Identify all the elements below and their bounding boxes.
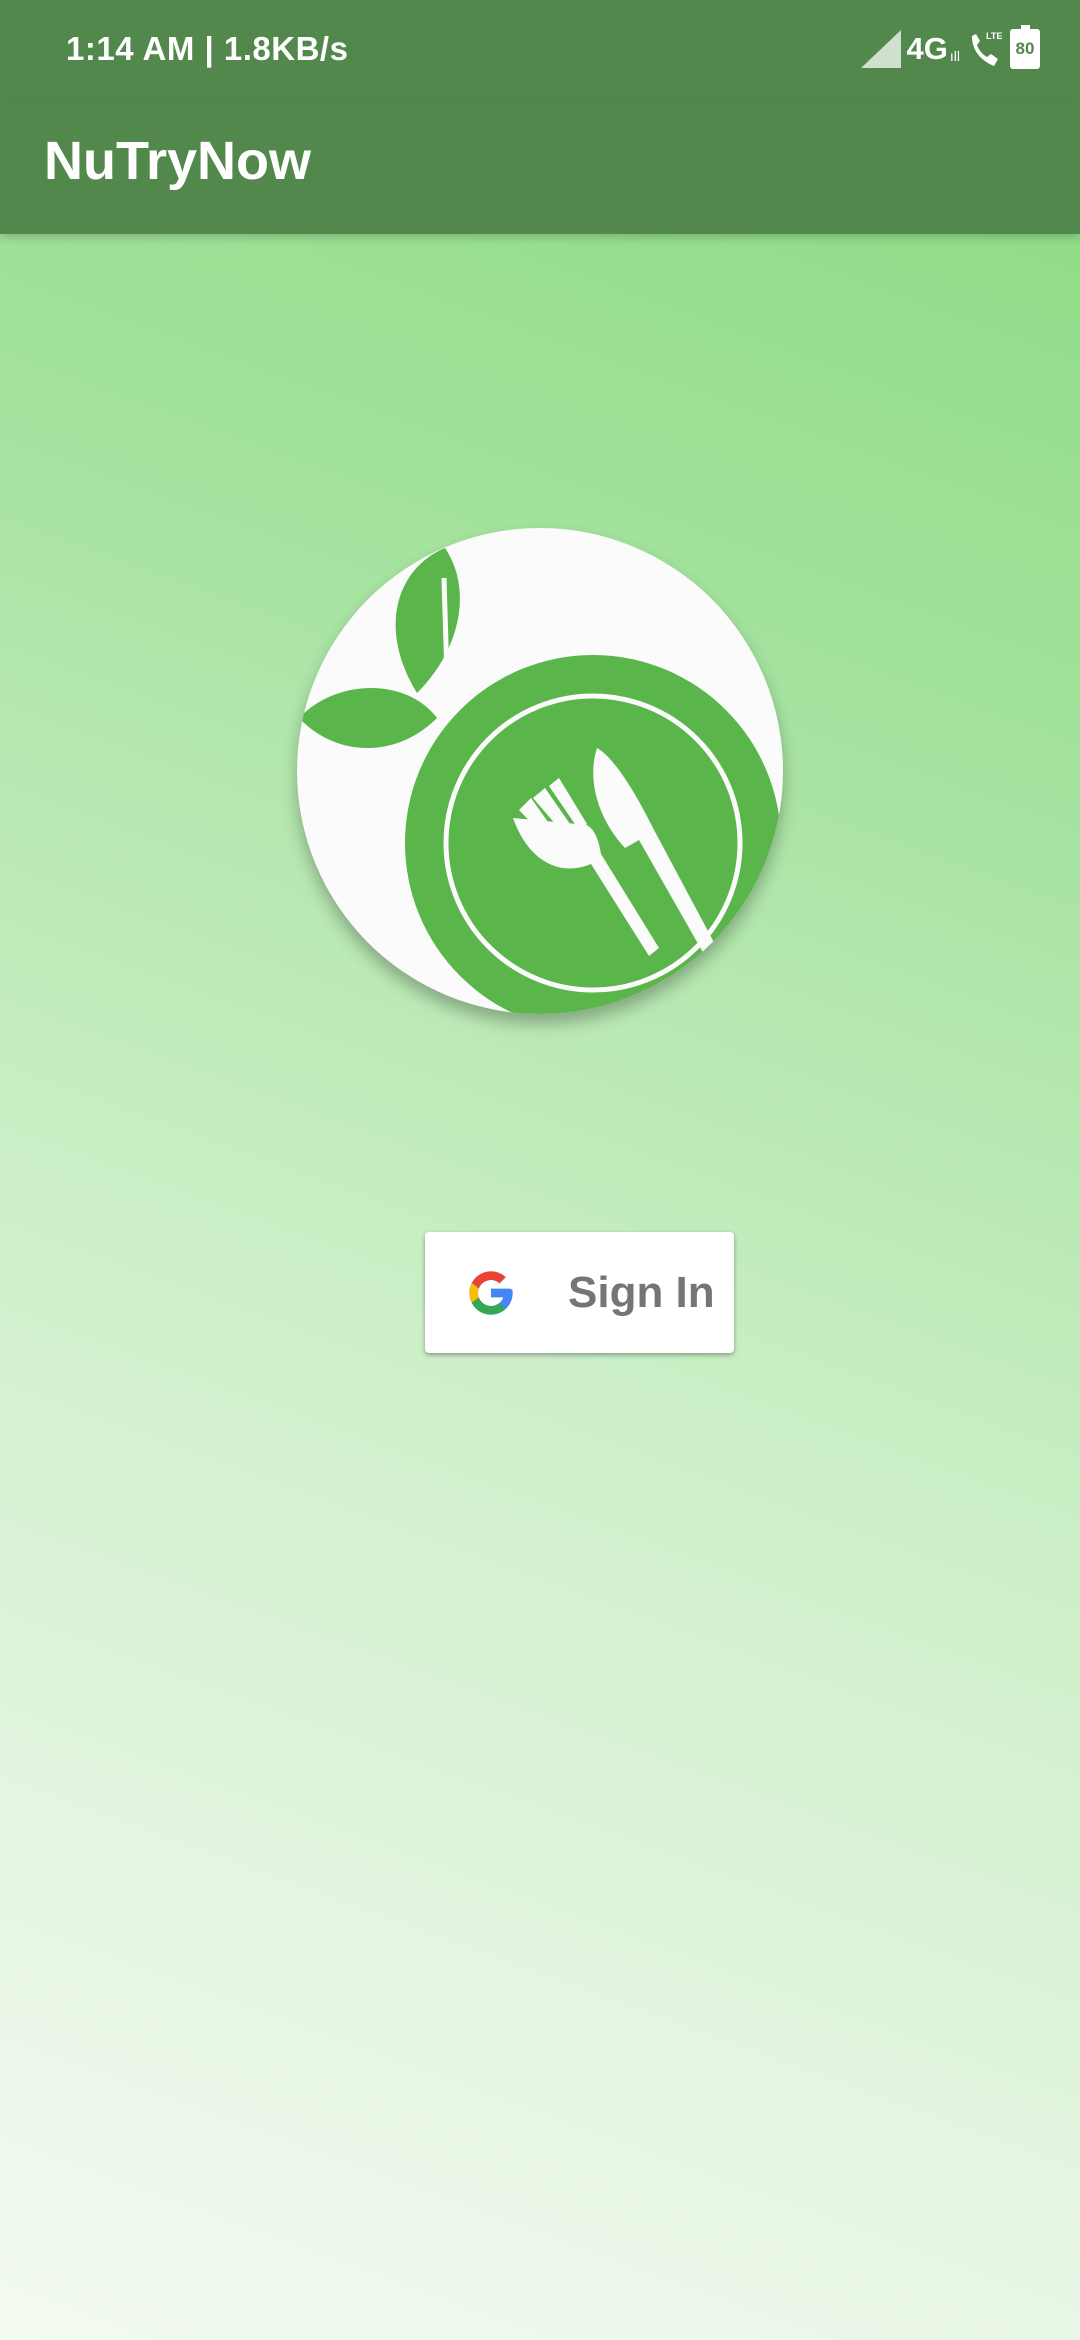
battery-level: 80 [1013,32,1037,66]
plate-fork-knife-leaves-icon [299,548,781,1014]
volte-call-icon: LTE [972,31,1002,66]
network-type: 4G [906,31,948,66]
app-title: NuTryNow [44,131,312,191]
signal-icon [860,30,901,68]
battery-icon: 80 [1010,25,1040,69]
app-logo [297,528,783,1014]
status-time: 1:14 AM | 1.8KB/s [66,30,349,67]
status-icons: 4G ıll LTE 80 [860,25,1040,72]
google-icon [469,1271,513,1315]
network-activity: ıll [949,48,960,64]
app-bar: NuTryNow [0,100,1080,234]
signin-label: Sign In [568,1268,715,1317]
status-bar: 1:14 AM | 1.8KB/s 4G ıll LTE 80 [0,0,1080,100]
google-signin-button[interactable]: Sign In [425,1232,734,1353]
svg-text:LTE: LTE [986,31,1002,41]
